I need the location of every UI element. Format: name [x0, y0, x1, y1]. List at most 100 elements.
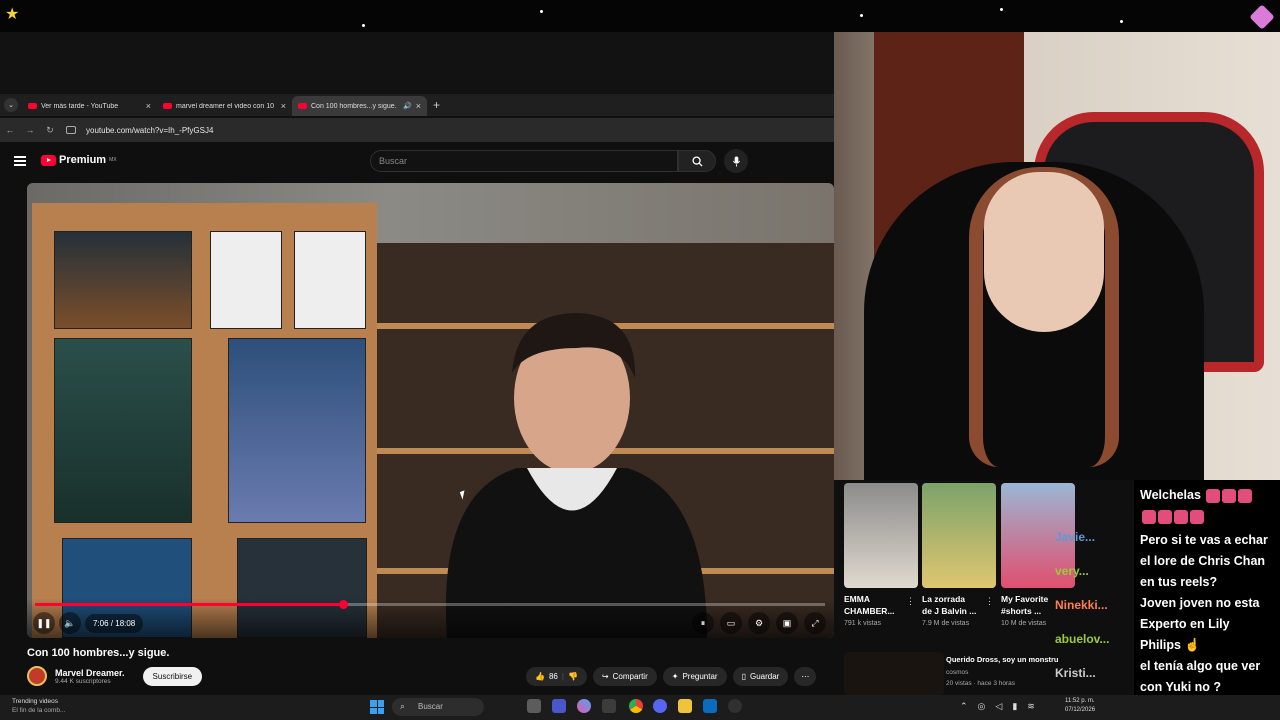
site-info-icon[interactable] — [66, 126, 76, 134]
region-label: MX — [109, 157, 117, 163]
obs-icon[interactable] — [728, 699, 742, 713]
system-tray: ⌃ ◎ ◁ ▮ ≋ — [960, 701, 1035, 712]
new-tab-button[interactable]: + — [433, 98, 440, 112]
screen-top-area — [0, 32, 834, 94]
close-icon[interactable]: × — [416, 101, 421, 111]
clock[interactable]: 11:52 p. m. 07/12/2026 — [1065, 697, 1095, 715]
taskbar-search[interactable]: Buscar — [392, 698, 484, 716]
channel-row: Marvel Dreamer. 9.44 K suscriptores Susc… — [27, 666, 203, 686]
volume-icon[interactable]: ◁ — [995, 701, 1002, 712]
address-bar: ← → ↻ youtube.com/watch?v=Ih_-PfyGSJ4 — [0, 118, 834, 142]
ask-button[interactable]: ✦ Preguntar — [662, 667, 727, 686]
video-controls: ❚❚ 🔈 7:06 / 18:08 ⏸ ▭ ⚙ ▣ ⤢ — [27, 611, 834, 635]
emote-icon — [1222, 488, 1237, 503]
settings-icon[interactable] — [602, 699, 616, 713]
back-icon[interactable]: ← — [0, 125, 20, 135]
mail-icon[interactable] — [703, 699, 717, 713]
related-views: 791 k vistas — [844, 620, 881, 627]
captions-icon[interactable]: ▭ — [720, 612, 742, 634]
progress-fill — [35, 603, 344, 606]
emote-icon — [1174, 509, 1188, 524]
chat-line: el lore de Chris Chan — [1140, 554, 1266, 568]
autoplay-toggle[interactable]: ⏸ — [692, 612, 714, 634]
more-icon[interactable]: ⋮ — [906, 596, 915, 607]
mic-icon — [732, 155, 740, 167]
settings-icon[interactable]: ⚙ — [748, 612, 770, 634]
url-field[interactable]: youtube.com/watch?v=Ih_-PfyGSJ4 — [86, 126, 213, 135]
emote-icon — [1238, 488, 1253, 503]
related-title[interactable]: Querido Dross, soy un monstru — [946, 655, 1059, 664]
star-icon: ★ — [5, 6, 20, 23]
thumbs-down-icon[interactable]: 👎 — [568, 672, 578, 681]
chat-username: Kristi... — [1055, 666, 1096, 680]
volume-icon[interactable]: 🔈 — [59, 612, 81, 634]
chrome-icon[interactable] — [629, 699, 643, 713]
chat-usernames: Javie... very... Ninekki... abuelov... K… — [1055, 530, 1145, 700]
chat-username: Ninekki... — [1055, 598, 1108, 612]
save-button[interactable]: ▯ Guardar — [732, 667, 789, 686]
trending-widget[interactable]: Trending videos El fin de la comb... — [12, 697, 65, 715]
thumbnail[interactable] — [844, 652, 944, 695]
share-label: Compartir — [612, 672, 648, 681]
search-icon: ⌕ — [400, 701, 406, 711]
search-button[interactable] — [678, 150, 716, 172]
task-view-icon[interactable] — [527, 699, 541, 713]
subscribe-button[interactable]: Suscribirse — [142, 666, 203, 686]
chat-username: Javie... — [1055, 530, 1096, 544]
chat-overlay: Welchelas Pero si te vas a echar el lore… — [1140, 485, 1280, 698]
like-button[interactable]: 👍 86 | 👎 — [526, 667, 587, 686]
folder-icon[interactable] — [678, 699, 692, 713]
chevron-up-icon[interactable]: ⌃ — [960, 701, 968, 712]
thumbnail[interactable] — [922, 483, 996, 588]
channel-name[interactable]: Marvel Dreamer. — [55, 668, 125, 678]
related-title[interactable]: My Favorite #shorts ... — [1001, 593, 1048, 617]
more-actions-icon[interactable]: ⋯ — [794, 667, 817, 686]
network-icon[interactable]: ◎ — [978, 701, 986, 712]
tab-2[interactable]: Con 100 hombres...y sigue. 🔊 × — [292, 96, 427, 116]
fullscreen-icon[interactable]: ⤢ — [804, 612, 826, 634]
tab-0[interactable]: Ver más tarde - YouTube × — [22, 96, 157, 116]
share-button[interactable]: ↪ Compartir — [592, 667, 657, 686]
video-player[interactable]: ❚❚ 🔈 7:06 / 18:08 ⏸ ▭ ⚙ ▣ ⤢ — [27, 183, 834, 638]
tab-search-icon[interactable]: ⌄ — [4, 98, 18, 112]
tab-bar: ⌄ Ver más tarde - YouTube × marvel dream… — [0, 94, 834, 116]
chat-line: Experto en Lily — [1140, 617, 1230, 631]
video-progress-bar[interactable] — [35, 600, 825, 609]
more-icon[interactable]: ⋮ — [985, 596, 994, 607]
chat-username: very... — [1055, 564, 1089, 578]
menu-icon[interactable] — [14, 156, 26, 166]
voice-search-button[interactable] — [724, 149, 748, 173]
youtube-play-icon — [41, 154, 56, 166]
forward-icon[interactable]: → — [20, 125, 40, 135]
subscriber-count: 9.44 K suscriptores — [55, 677, 111, 685]
chat-line: Philips — [1140, 638, 1181, 652]
wifi-icon[interactable]: ≋ — [1027, 701, 1035, 712]
tab-1[interactable]: marvel dreamer el video con 10 × — [157, 96, 292, 116]
tab-title: Ver más tarde - YouTube — [41, 102, 119, 110]
related-title[interactable]: EMMA CHAMBER... — [844, 593, 895, 617]
video-cabinet — [32, 203, 377, 638]
windows-start-icon[interactable] — [370, 700, 384, 714]
close-icon[interactable]: × — [146, 101, 151, 111]
related-title[interactable]: La zorrada de J Balvin ... — [922, 593, 976, 617]
mic-icon[interactable]: ▮ — [1012, 701, 1017, 712]
avatar[interactable] — [27, 666, 47, 686]
pause-icon[interactable]: ❚❚ — [33, 612, 55, 634]
speaker-icon[interactable]: 🔊 — [403, 102, 412, 110]
reload-icon[interactable]: ↻ — [40, 125, 60, 136]
related-views: 7.9 M de vistas — [922, 620, 970, 627]
thumbnail[interactable] — [844, 483, 918, 588]
bookmark-icon: ▯ — [741, 672, 746, 681]
tab-title: Con 100 hombres...y sigue. — [311, 102, 397, 110]
emote-icon — [1190, 509, 1204, 524]
discord-icon[interactable] — [653, 699, 667, 713]
video-title: Con 100 hombres...y sigue. — [27, 647, 170, 659]
teams-icon[interactable] — [552, 699, 566, 713]
miniplayer-icon[interactable]: ▣ — [776, 612, 798, 634]
copilot-icon[interactable] — [577, 699, 591, 713]
chat-line: el tenía algo que ver — [1140, 659, 1261, 673]
close-icon[interactable]: × — [281, 101, 286, 111]
video-actions: 👍 86 | 👎 ↪ Compartir ✦ Preguntar ▯ Guard… — [526, 667, 817, 686]
youtube-logo[interactable]: Premium MX — [41, 154, 117, 166]
search-input[interactable]: Buscar — [370, 150, 678, 172]
